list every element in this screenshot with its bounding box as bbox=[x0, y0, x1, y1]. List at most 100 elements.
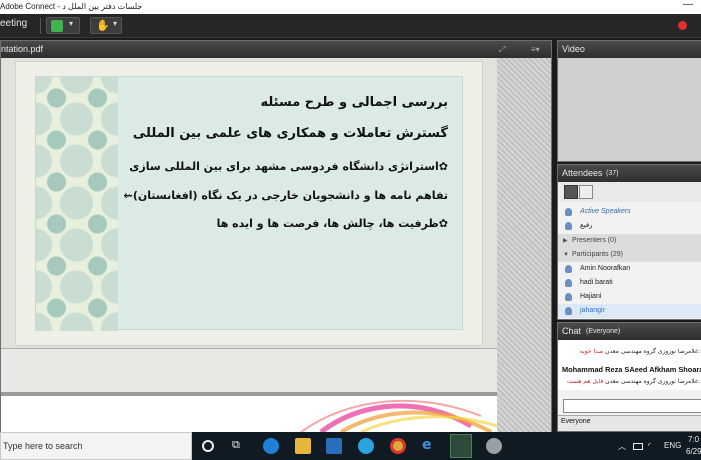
user-icon bbox=[565, 222, 572, 230]
share-filename: ntation.pdf bbox=[1, 44, 44, 54]
clock-time[interactable]: 7:0 bbox=[688, 435, 699, 444]
tray-chevron-icon[interactable]: ︿ bbox=[618, 441, 626, 452]
meeting-menu[interactable]: eeting bbox=[0, 18, 27, 29]
windows-taskbar: Type here to search ⧉ e ︿ ◜ ENG 7:0 6/29 bbox=[0, 432, 701, 460]
list-item[interactable]: hadi barati bbox=[558, 276, 701, 290]
slide-line: ✿استراتژی دانشگاه فردوسی مشهد برای بین ا… bbox=[129, 160, 448, 173]
chat-message: :غلامرضا نوروزی گروه مهندسی معدن فایل هم… bbox=[567, 378, 700, 385]
record-indicator[interactable] bbox=[678, 21, 687, 30]
chat-text: صدا خوبه bbox=[579, 348, 604, 355]
next-slide-preview bbox=[1, 396, 497, 432]
file-explorer-icon[interactable] bbox=[295, 438, 311, 454]
slide-line: تفاهم نامه ها و دانشجویان خارجی در یک نگ… bbox=[123, 189, 448, 202]
attendee-view-toolbar bbox=[558, 182, 701, 202]
chat-target-button[interactable]: Everyone bbox=[561, 418, 591, 425]
breakout-view-icon[interactable] bbox=[579, 185, 593, 199]
list-view-icon[interactable] bbox=[564, 185, 578, 199]
cortana-icon[interactable] bbox=[202, 440, 214, 452]
internet-explorer-icon[interactable]: e bbox=[422, 437, 438, 453]
active-speakers-row: Active Speakers bbox=[558, 205, 701, 219]
edge-icon[interactable] bbox=[263, 438, 279, 454]
adobe-connect-window: Adobe Connect - جلسات دفتر بین الملل د —… bbox=[0, 0, 701, 460]
video-area bbox=[558, 58, 701, 161]
slide-bottom-strip bbox=[1, 348, 497, 392]
decorative-pattern bbox=[36, 77, 118, 331]
participant-name: Amin Noorafkan bbox=[580, 265, 631, 272]
participant-name: hadi barati bbox=[580, 279, 613, 286]
attendees-pod: Attendees (37) Active Speakers رفیع ▶ Pr… bbox=[557, 164, 701, 320]
chat-scope: (Everyone) bbox=[586, 328, 621, 335]
language-indicator[interactable]: ENG bbox=[664, 441, 681, 450]
participants-section[interactable]: ▼ Participants (29) bbox=[558, 248, 701, 262]
wifi-icon[interactable]: ◜ bbox=[648, 441, 651, 450]
video-pod: Video bbox=[557, 40, 701, 162]
presenters-section[interactable]: ▶ Presenters (0) bbox=[558, 234, 701, 248]
slide-line: ✿ظرفیت ها، چالش ها، فرصت ها و ایده ها bbox=[216, 217, 448, 230]
chevron-down-icon: ▾ bbox=[113, 19, 118, 28]
chat-pod-header: Chat (Everyone) bbox=[558, 323, 701, 340]
chat-input[interactable] bbox=[563, 399, 701, 413]
audio-button[interactable]: ▾ bbox=[46, 17, 80, 34]
title-bar: Adobe Connect - جلسات دفتر بین الملل د — bbox=[0, 0, 701, 14]
attendees-title: Attendees bbox=[562, 168, 603, 178]
user-icon bbox=[565, 265, 572, 273]
chat-messages: :غلامرضا نوروزی گروه مهندسی معدن صدا خوب… bbox=[558, 340, 701, 390]
user-icon bbox=[565, 279, 572, 287]
microphone-icon bbox=[565, 208, 572, 216]
speaker-row[interactable]: رفیع bbox=[558, 219, 701, 233]
video-pod-header: Video bbox=[558, 41, 701, 58]
chat-message: :غلامرضا نوروزی گروه مهندسی معدن صدا خوب… bbox=[580, 348, 700, 355]
minimize-button[interactable]: — bbox=[683, 0, 693, 12]
task-view-icon[interactable]: ⧉ bbox=[232, 438, 248, 454]
slide-line: گسترش تعاملات و همکاری های علمی بین المل… bbox=[132, 126, 448, 141]
chat-sender: :غلامرضا نوروزی گروه مهندسی معدن bbox=[605, 348, 700, 355]
participants-label: Participants (29) bbox=[572, 251, 623, 258]
chat-pod: Chat (Everyone) :غلامرضا نوروزی گروه مهن… bbox=[557, 322, 701, 432]
chrome-icon[interactable] bbox=[390, 438, 406, 454]
presenters-label: Presenters (0) bbox=[572, 237, 617, 244]
battery-icon[interactable] bbox=[633, 443, 643, 450]
chevron-right-icon: ▶ bbox=[563, 238, 568, 244]
user-icon bbox=[565, 307, 572, 315]
swirl-graphic bbox=[300, 399, 497, 432]
store-icon[interactable] bbox=[326, 438, 342, 454]
taskbar-search[interactable]: Type here to search bbox=[0, 432, 192, 460]
window-title: Adobe Connect - جلسات دفتر بین الملل د bbox=[0, 2, 143, 11]
chevron-down-icon: ▼ bbox=[563, 252, 569, 258]
video-pod-title: Video bbox=[562, 44, 585, 54]
clock-date[interactable]: 6/29 bbox=[686, 447, 701, 456]
fullscreen-icon[interactable]: ⤢ bbox=[499, 41, 505, 58]
participant-name: jahangir bbox=[580, 307, 605, 314]
attendee-count: (37) bbox=[606, 170, 619, 177]
chat-name-line: Mohammad Reza SAeed Afkham Shoara bbox=[562, 365, 701, 374]
share-pod: ntation.pdf ⤢ ≡▾ بررسی اجمالی و طرح مسئل… bbox=[0, 40, 552, 432]
slide-area: بررسی اجمالی و طرح مسئله گسترش تعاملات و… bbox=[1, 58, 497, 392]
speaker-icon bbox=[51, 20, 63, 32]
presentation-slide: بررسی اجمالی و طرح مسئله گسترش تعاملات و… bbox=[15, 61, 483, 346]
list-item[interactable]: Hajiani bbox=[558, 290, 701, 304]
list-item[interactable]: Amin Noorafkan bbox=[558, 262, 701, 276]
telegram-icon[interactable] bbox=[358, 438, 374, 454]
slide-content: بررسی اجمالی و طرح مسئله گسترش تعاملات و… bbox=[35, 76, 463, 331]
share-pod-header: ntation.pdf ⤢ ≡▾ bbox=[1, 41, 551, 58]
chat-text: فایل هم هست bbox=[566, 378, 604, 385]
list-item[interactable]: jahangir bbox=[558, 304, 701, 318]
adobe-connect-taskbar-icon[interactable] bbox=[450, 434, 472, 458]
speaker-name: رفیع bbox=[580, 222, 593, 229]
search-placeholder: Type here to search bbox=[3, 441, 83, 451]
chat-title: Chat bbox=[562, 326, 582, 336]
share-pod-margin bbox=[497, 58, 551, 432]
active-speakers-label: Active Speakers bbox=[580, 208, 631, 215]
chat-sender: :غلامرضا نوروزی گروه مهندسی معدن bbox=[605, 378, 700, 385]
chat-footer: Everyone bbox=[558, 415, 701, 431]
raise-hand-button[interactable]: ✋ ▾ bbox=[90, 17, 122, 34]
pod-menu-icon[interactable]: ≡▾ bbox=[531, 41, 540, 58]
toolbar-divider bbox=[40, 18, 41, 34]
user-icon bbox=[565, 293, 572, 301]
app-icon[interactable] bbox=[486, 438, 502, 454]
participant-name: Hajiani bbox=[580, 293, 602, 300]
attendees-pod-header: Attendees (37) bbox=[558, 165, 701, 182]
raise-hand-icon: ✋ bbox=[96, 19, 110, 32]
meeting-toolbar: eeting ▾ ✋ ▾ bbox=[0, 14, 701, 38]
chevron-down-icon: ▾ bbox=[69, 19, 74, 28]
